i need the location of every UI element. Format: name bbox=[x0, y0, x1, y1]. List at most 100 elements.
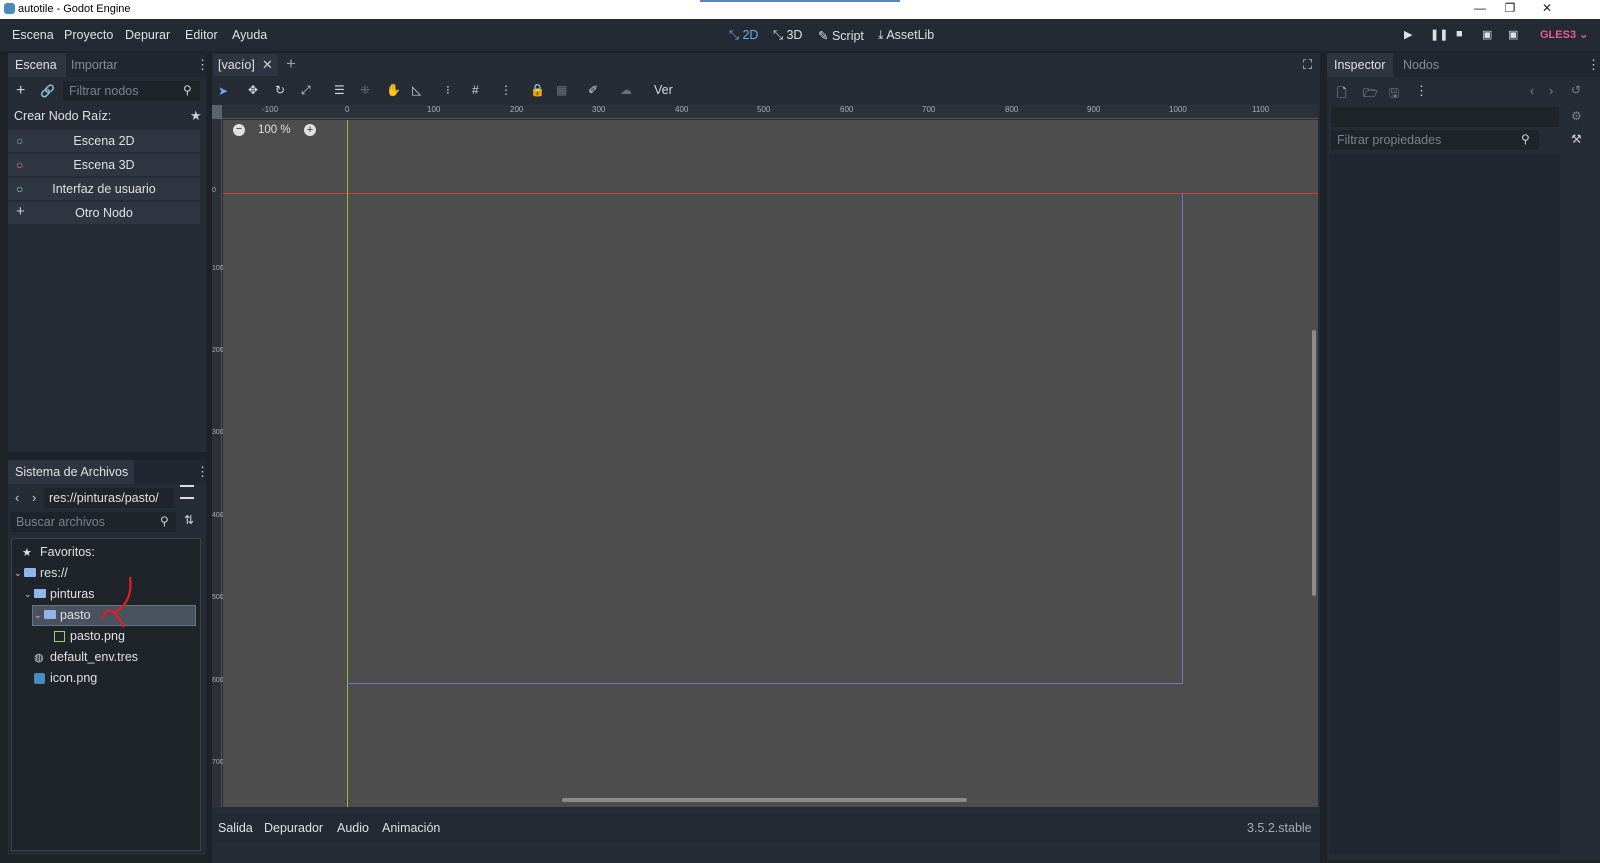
add-node-icon[interactable]: + bbox=[16, 82, 25, 100]
list-select-icon[interactable]: ☰ bbox=[334, 83, 345, 97]
dock-menu-icon[interactable]: ⋮ bbox=[1587, 57, 1600, 73]
2d-icon: ⤡ bbox=[729, 28, 743, 42]
tree-item-pinturas[interactable]: pinturas bbox=[50, 587, 94, 601]
maximize-button[interactable]: ❐ bbox=[1495, 1, 1525, 18]
close-window-button[interactable]: ✕ bbox=[1532, 1, 1562, 18]
tab-inspector[interactable]: Inspector bbox=[1334, 58, 1385, 72]
snap-options-icon[interactable]: ⋮ bbox=[500, 83, 512, 97]
folder-icon bbox=[44, 610, 56, 619]
link-icon[interactable]: 🔗 bbox=[40, 84, 55, 98]
ruler-tool-icon[interactable]: ◺ bbox=[412, 83, 421, 97]
property-tools-icon[interactable]: ⚒ bbox=[1571, 132, 1582, 146]
close-tab-icon[interactable]: ✕ bbox=[262, 57, 273, 73]
workspace-assetlib-button[interactable]: ⤓ AssetLib bbox=[878, 28, 934, 43]
scene-tab[interactable]: [vacío] bbox=[218, 58, 255, 72]
minimize-button[interactable]: — bbox=[1465, 1, 1495, 18]
select-tool-icon[interactable]: ➤ bbox=[218, 84, 228, 98]
rotate-tool-icon[interactable]: ↻ bbox=[275, 83, 285, 97]
history-back-icon[interactable]: ‹ bbox=[15, 490, 19, 505]
tree-item-icon-png[interactable]: icon.png bbox=[50, 671, 97, 685]
tree-item-favorites[interactable]: Favoritos: bbox=[40, 545, 95, 559]
camera-override-icon[interactable]: ☁ bbox=[620, 83, 632, 97]
smart-snap-icon[interactable]: ⁝ bbox=[446, 83, 450, 97]
zoom-level[interactable]: 100 % bbox=[258, 124, 291, 136]
menu-proyecto[interactable]: Proyecto bbox=[64, 28, 113, 42]
tab-animacion[interactable]: Animación bbox=[382, 821, 440, 835]
pause-icon[interactable]: ❚❚ bbox=[1430, 28, 1448, 41]
object-props-icon[interactable]: ⚙ bbox=[1571, 109, 1582, 123]
zoom-out-icon[interactable]: − bbox=[233, 124, 245, 136]
move-tool-icon[interactable]: ✥ bbox=[248, 83, 258, 97]
tree-item-default-env[interactable]: default_env.tres bbox=[50, 650, 138, 664]
path-field[interactable]: res://pinturas/pasto/ bbox=[44, 488, 174, 508]
menu-editor[interactable]: Editor bbox=[185, 28, 218, 42]
renderer-select[interactable]: GLES3 ⌄ bbox=[1540, 28, 1588, 41]
play-scene-icon[interactable]: ▣ bbox=[1482, 28, 1492, 41]
filter-nodes-input[interactable]: Filtrar nodos ⚲ bbox=[63, 81, 200, 101]
history-forward-icon[interactable]: › bbox=[1549, 83, 1553, 98]
tab-importar[interactable]: Importar bbox=[71, 58, 118, 72]
chevron-down-icon: ⌄ bbox=[1579, 29, 1589, 41]
viewport-rect bbox=[347, 193, 1183, 684]
new-resource-icon[interactable]: 🗋 bbox=[1337, 84, 1347, 105]
menu-escena[interactable]: Escena bbox=[12, 28, 54, 42]
sort-icon[interactable]: ⇅ bbox=[184, 513, 194, 527]
grid-snap-icon[interactable]: # bbox=[472, 83, 479, 97]
workspace-2d-button[interactable]: ⤡ 2D bbox=[729, 28, 758, 43]
menu-depurar[interactable]: Depurar bbox=[125, 28, 170, 42]
window-titlebar: autotile - Godot Engine — ❐ ✕ bbox=[0, 0, 1600, 19]
history-forward-icon[interactable]: › bbox=[32, 490, 36, 505]
tab-filesystem[interactable]: Sistema de Archivos bbox=[15, 465, 128, 479]
group-icon[interactable]: ▦ bbox=[556, 83, 567, 97]
split-mode-icon[interactable] bbox=[180, 485, 194, 499]
filter-properties-input[interactable]: Filtrar propiedades ⚲ bbox=[1331, 130, 1539, 150]
chevron-down-icon[interactable]: ⌄ bbox=[34, 610, 42, 621]
favorite-star-icon[interactable]: ★ bbox=[190, 108, 202, 124]
scale-tool-icon[interactable]: ⤢ bbox=[301, 83, 311, 98]
root-option-3d-scene[interactable]: ○ Escena 3D bbox=[8, 154, 200, 176]
pan-tool-icon[interactable]: ✋ bbox=[386, 83, 401, 97]
history-icon[interactable]: ↺ bbox=[1571, 83, 1581, 97]
vertical-scrollbar[interactable] bbox=[1312, 330, 1316, 596]
menu-ayuda[interactable]: Ayuda bbox=[232, 28, 267, 42]
create-root-label: Crear Nodo Raíz: bbox=[14, 109, 112, 123]
new-tab-icon[interactable]: + bbox=[286, 54, 296, 74]
workspace-script-button[interactable]: ✎ Script bbox=[818, 28, 864, 43]
pivot-tool-icon[interactable]: ⁜ bbox=[360, 83, 370, 97]
image-file-icon bbox=[54, 631, 65, 642]
horizontal-scrollbar[interactable] bbox=[562, 798, 967, 802]
canvas-viewport[interactable]: − 100 % + bbox=[223, 120, 1318, 807]
tree-item-pasto[interactable]: pasto bbox=[60, 608, 91, 622]
resource-menu-icon[interactable]: ⋮ bbox=[1415, 83, 1428, 99]
workspace-3d-button[interactable]: ⤡ 3D bbox=[773, 28, 802, 43]
lock-icon[interactable]: 🔒 bbox=[530, 83, 545, 97]
root-option-user-interface[interactable]: ○ Interfaz de usuario bbox=[8, 178, 200, 200]
ruler-v-label: 500 bbox=[212, 594, 224, 601]
ruler-h-label: -100 bbox=[262, 105, 279, 114]
play-icon[interactable]: ▶ bbox=[1404, 28, 1412, 41]
chevron-down-icon[interactable]: ⌄ bbox=[14, 568, 22, 579]
stop-icon[interactable]: ■ bbox=[1456, 28, 1463, 40]
history-back-icon[interactable]: ‹ bbox=[1530, 83, 1534, 98]
chevron-down-icon[interactable]: ⌄ bbox=[24, 589, 32, 600]
play-custom-scene-icon[interactable]: ▣ bbox=[1508, 28, 1518, 41]
bone-icon[interactable]: ✐ bbox=[588, 83, 598, 97]
dock-menu-icon[interactable]: ⋮ bbox=[196, 57, 209, 73]
scene-dock: Escena Importar ⋮ + 🔗 Filtrar nodos ⚲ Cr… bbox=[8, 53, 209, 452]
tab-escena[interactable]: Escena bbox=[15, 58, 57, 72]
distraction-free-icon[interactable]: ⛶ bbox=[1303, 57, 1312, 73]
object-path-field bbox=[1331, 107, 1559, 127]
view-menu[interactable]: Ver bbox=[654, 83, 673, 97]
tab-audio[interactable]: Audio bbox=[337, 821, 369, 835]
root-option-other-node[interactable]: + Otro Nodo bbox=[8, 202, 200, 224]
tab-nodos[interactable]: Nodos bbox=[1403, 58, 1439, 72]
dock-menu-icon[interactable]: ⋮ bbox=[196, 464, 209, 480]
open-resource-icon[interactable]: 🗁 bbox=[1363, 84, 1378, 105]
search-files-input[interactable]: Buscar archivos ⚲ bbox=[10, 512, 176, 532]
tab-salida[interactable]: Salida bbox=[218, 821, 253, 835]
tab-depurador[interactable]: Depurador bbox=[264, 821, 323, 835]
tree-item-res[interactable]: res:// bbox=[40, 566, 68, 580]
zoom-in-icon[interactable]: + bbox=[304, 124, 316, 136]
root-option-2d-scene[interactable]: ○ Escena 2D bbox=[8, 130, 200, 152]
save-resource-icon[interactable]: 🖫 bbox=[1389, 84, 1399, 105]
